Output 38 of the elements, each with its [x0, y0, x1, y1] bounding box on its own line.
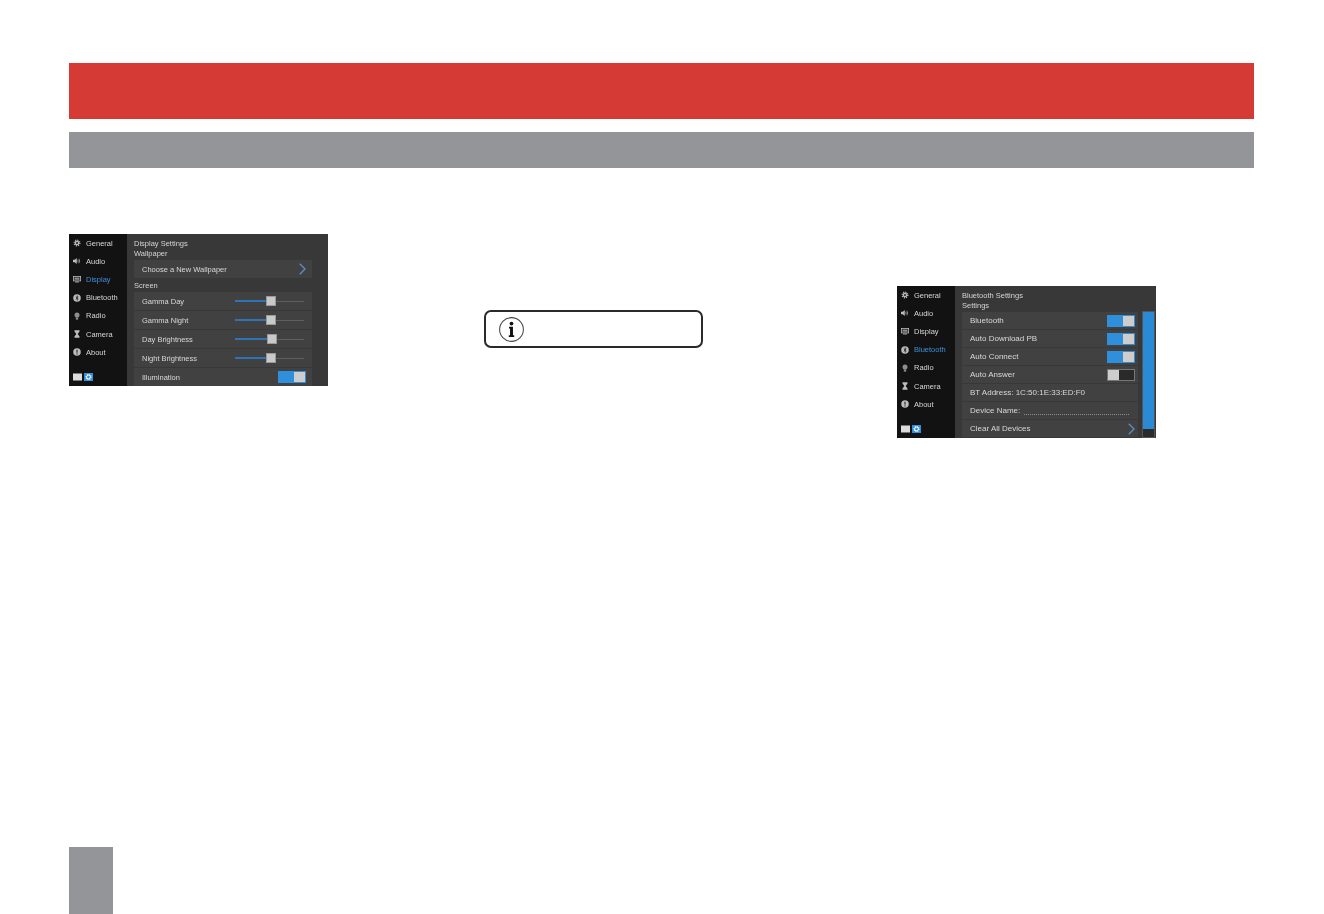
screen-gear-icon[interactable]	[73, 373, 93, 381]
row-label: Auto Download PB	[970, 334, 1038, 343]
chevron-icon	[299, 263, 306, 275]
row-label: Auto Connect	[970, 352, 1019, 361]
slider-thumb[interactable]	[266, 352, 277, 363]
alert-icon	[901, 400, 909, 409]
gear-icon	[73, 239, 81, 248]
info-icon	[499, 316, 524, 342]
scroll-thumb[interactable]	[1143, 312, 1154, 429]
row-label: Auto Answer	[970, 370, 1015, 379]
slider-thumb[interactable]	[266, 295, 277, 306]
link-row[interactable]: Clear All Devices	[962, 420, 1138, 437]
row-label: BT Address: 1C:50:1E:33:ED:F0	[970, 388, 1086, 397]
toggle-switch[interactable]	[278, 371, 306, 383]
slider-thumb[interactable]	[266, 314, 277, 325]
speaker-icon	[901, 309, 909, 318]
bulb-icon	[901, 363, 909, 372]
hourglass-icon	[901, 382, 909, 391]
row-label: Bluetooth	[970, 316, 1004, 325]
gear-icon	[901, 291, 909, 300]
screen-gear-icon[interactable]	[901, 425, 921, 433]
monitor-icon	[901, 327, 909, 336]
bluetooth-icon	[73, 293, 81, 302]
speaker-icon	[73, 257, 81, 266]
row-label: Device Name:	[970, 406, 1021, 415]
monitor-icon	[73, 275, 81, 284]
alert-icon	[73, 348, 81, 357]
toggle-switch[interactable]	[1107, 368, 1135, 381]
slider-thumb[interactable]	[266, 333, 277, 344]
chevron-icon	[1128, 422, 1135, 435]
scrollbar[interactable]	[1142, 311, 1155, 438]
bulb-icon	[73, 311, 81, 320]
toggle-switch[interactable]	[1107, 314, 1135, 327]
bluetooth-icon	[901, 345, 909, 354]
toggle-switch[interactable]	[1107, 332, 1135, 345]
hourglass-icon	[73, 330, 81, 339]
toggle-switch[interactable]	[1107, 350, 1135, 363]
page-marker-block	[69, 847, 113, 914]
